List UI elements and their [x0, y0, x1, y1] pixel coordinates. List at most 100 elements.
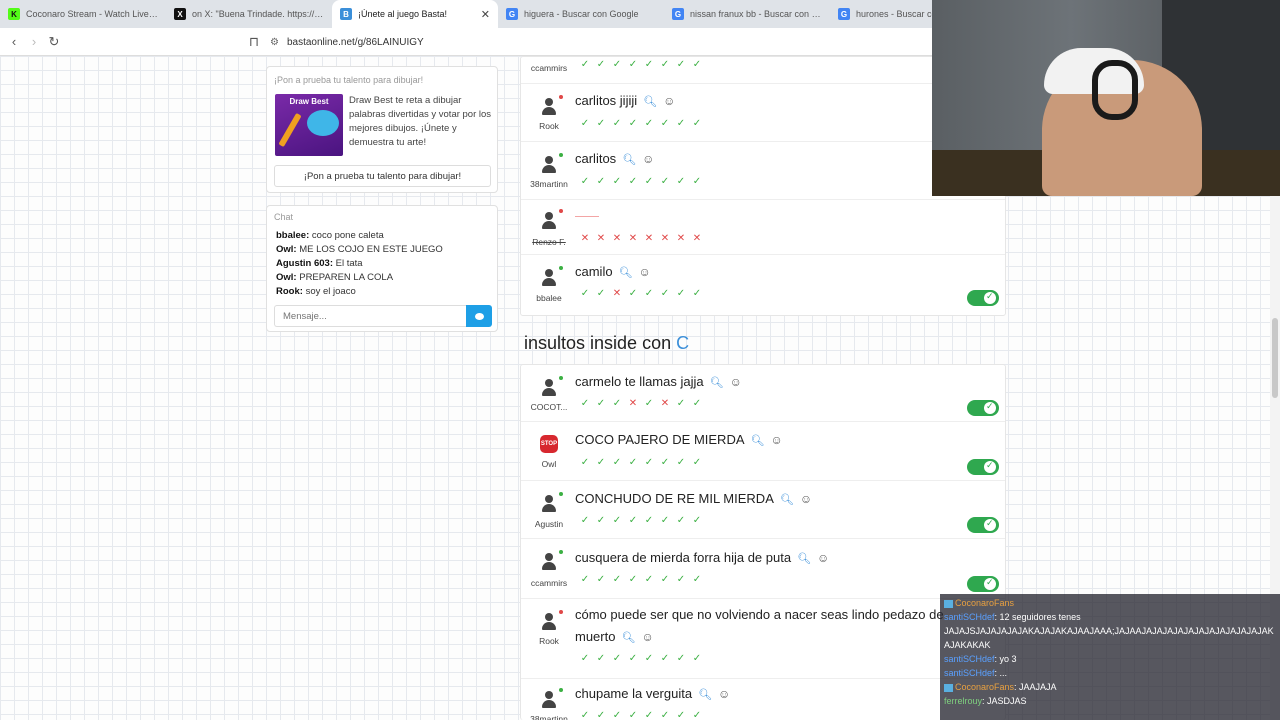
answer-row: Rook cómo puede ser que no volviendo a n… — [521, 599, 1005, 679]
user-icon — [539, 610, 563, 631]
emoji-icon[interactable]: ☺ — [817, 551, 829, 565]
back-icon[interactable]: ‹ — [4, 34, 24, 49]
votes: ✓ ✓ ✓ ✓ ✓ ✓ ✓ ✓ — [580, 176, 702, 187]
answer-row: STOP Owl COCO PAJERO DE MIERDA 🔍︎ ☺ ✓ ✓ ✓ ✓ ✓ ✓… — [521, 422, 1005, 481]
search-icon[interactable]: 🔍︎ — [698, 689, 712, 701]
votes: ✓ ✓ ✓ ✓ ✓ ✓ ✓ ✓ — [580, 457, 702, 468]
emoji-icon[interactable]: ☺ — [639, 265, 651, 279]
promo-button[interactable]: ¡Pon a prueba tu talento para dibujar! — [274, 165, 491, 187]
stream-chat-line: ferrelrouy: JASDJAS — [944, 696, 1027, 706]
user-icon — [539, 550, 563, 571]
search-icon[interactable]: 🔍︎ — [622, 154, 636, 166]
votes: ✕ ✕ ✕ ✕ ✕ ✕ ✕ ✕ — [580, 233, 702, 244]
headset-icon — [1092, 60, 1138, 120]
category-letter: C — [676, 333, 690, 353]
approve-toggle[interactable]: ✓ — [967, 290, 999, 306]
chat-message: Agustin 603: El tata — [276, 258, 363, 269]
bookmark-icon[interactable]: ⊓ — [244, 34, 264, 50]
x-icon: X — [174, 8, 186, 20]
promo-description: Draw Best te reta a dibujar palabras div… — [349, 95, 492, 148]
chat-message: Owl: ME LOS COJO EN ESTE JUEGO — [276, 244, 443, 255]
votes: ✓ ✓ ✓ ✓ ✓ ✓ ✓ ✓ — [580, 710, 702, 720]
stream-chat-line: santiSCHdef: ... — [944, 668, 1008, 678]
stop-sign-icon: STOP — [539, 434, 559, 454]
approve-toggle[interactable]: ✓ — [967, 517, 999, 533]
search-icon[interactable]: 🔍︎ — [751, 435, 765, 447]
votes: ✓ ✓ ✓ ✓ ✓ ✓ ✓ ✓ — [580, 653, 702, 664]
site-info-icon[interactable]: ⚙ — [270, 37, 279, 48]
chat-message: bbalee: coco pone caleta — [276, 230, 384, 241]
user-icon — [539, 688, 563, 709]
user-icon — [539, 153, 563, 174]
user-icon — [539, 266, 563, 287]
chat-card: Chat bbalee: coco pone caleta Owl: ME LO… — [266, 205, 498, 332]
stream-chat-line: CoconaroFans — [944, 596, 1276, 610]
url-field[interactable]: ⚙ bastaonline.net/g/86LAINUIGY — [270, 32, 940, 52]
promo-card: ¡Pon a prueba tu talento para dibujar! D… — [266, 66, 498, 193]
emoji-icon[interactable]: ☺ — [770, 433, 782, 447]
chat-messages: bbalee: coco pone caleta Owl: ME LOS COJ… — [276, 229, 443, 299]
webcam-overlay — [932, 0, 1280, 196]
emoji-icon[interactable]: ☺ — [718, 687, 730, 701]
stream-chat-line: JAJAJSJAJAJAJAJAKAJAJAKAJAAJAAA;JAJAAJAJ… — [944, 626, 1274, 650]
answer-row: ccammirs cusquera de mierda forra hija d… — [521, 539, 1005, 599]
stream-chat-line: CoconaroFans: JAAJAJA — [944, 680, 1276, 694]
search-icon[interactable]: 🔍︎ — [619, 267, 633, 279]
search-icon[interactable]: 🔍︎ — [780, 494, 794, 506]
brush-icon — [278, 112, 302, 148]
user-icon — [539, 95, 563, 116]
google-icon: G — [506, 8, 518, 20]
close-tab-icon[interactable]: ✕ — [481, 8, 490, 21]
answer-row: 38martinn chupame la verguita 🔍︎ ☺ ✓ ✓ ✓ ✓ ✓ ✓ ✓… — [530, 686, 731, 720]
search-icon[interactable]: 🔍︎ — [797, 553, 811, 565]
draw-best-thumbnail[interactable]: Draw Best — [275, 94, 343, 156]
emoji-icon[interactable]: ☺ — [730, 375, 742, 389]
scrollbar-thumb[interactable] — [1272, 318, 1278, 398]
search-icon[interactable]: 🔍︎ — [710, 377, 724, 389]
votes: ✓ ✓ ✓ ✓ ✓ ✓ ✓ ✓ — [580, 59, 702, 70]
tab-kick[interactable]: K Coconaro Stream - Watch Live on Ki — [0, 0, 166, 28]
votes: ✓ ✓ ✕ ✓ ✓ ✓ ✓ ✓ — [580, 288, 702, 299]
chat-message: Owl: PREPAREN LA COLA — [276, 272, 394, 283]
approve-toggle[interactable]: ✓ — [967, 459, 999, 475]
emoji-icon[interactable]: ☺ — [663, 94, 675, 108]
speech-bubble-icon — [474, 312, 484, 320]
tab-x[interactable]: Xon X: "Buena Trindade. https://t.co/k — [166, 0, 332, 28]
answer-row: Renzo F. ✕ ✕ ✕ ✕ ✕ ✕ ✕ ✕ — [521, 200, 1005, 255]
emoji-icon[interactable]: ☺ — [641, 630, 653, 644]
emoji-icon[interactable]: ☺ — [642, 152, 654, 166]
user-add-icon — [539, 376, 563, 397]
user-icon — [539, 492, 563, 513]
approve-toggle[interactable]: ✓ — [967, 400, 999, 416]
cloud-icon — [307, 110, 339, 136]
empty-answer — [575, 216, 599, 217]
votes: ✓ ✓ ✓ ✓ ✓ ✓ ✓ ✓ — [580, 118, 702, 129]
search-icon[interactable]: 🔍︎ — [621, 632, 635, 644]
globe-icon: B — [340, 8, 352, 20]
chat-header: Chat — [274, 212, 294, 222]
tab-google-higuera[interactable]: Ghiguera - Buscar con Google — [498, 0, 664, 28]
tab-basta[interactable]: B ¡Únete al juego Basta! ✕ — [332, 0, 498, 28]
answer-row: Agustin CONCHUDO DE RE MIL MIERDA 🔍︎ ☺ ✓ ✓ ✓… — [521, 481, 1005, 539]
chat-send-button[interactable] — [466, 305, 492, 327]
chat-message: Rook: soy el joaco — [276, 286, 356, 297]
stream-chat-overlay: CoconaroFans santiSCHdef: 12 seguidores … — [940, 594, 1280, 720]
answer-row: COCOT... carmelo te llamas jajja 🔍︎ ☺ ✓ ✓ ✓ ✕… — [521, 365, 1005, 422]
forward-icon[interactable]: › — [24, 34, 44, 49]
google-icon: G — [672, 8, 684, 20]
promo-header: ¡Pon a prueba tu talento para dibujar! — [274, 75, 424, 85]
chat-input[interactable] — [274, 305, 466, 327]
reload-icon[interactable]: ↻ — [44, 34, 64, 50]
stream-chat-line: santiSCHdef: 12 seguidores tenes — [944, 612, 1081, 622]
stream-chat-line: santiSCHdef: yo 3 — [944, 654, 1017, 664]
votes: ✓ ✓ ✓ ✕ ✓ ✕ ✓ ✓ — [580, 398, 702, 409]
answers-list: COCOT... carmelo te llamas jajja 🔍︎ ☺ ✓ ✓ ✓ ✕… — [520, 364, 1006, 720]
kick-icon: K — [8, 8, 20, 20]
votes: ✓ ✓ ✓ ✓ ✓ ✓ ✓ ✓ — [580, 515, 702, 526]
tab-google-nissan[interactable]: Gnissan franux bb - Buscar con Google — [664, 0, 830, 28]
user-icon — [539, 209, 563, 230]
votes: ✓ ✓ ✓ ✓ ✓ ✓ ✓ ✓ — [580, 574, 702, 585]
emoji-icon[interactable]: ☺ — [800, 492, 812, 506]
search-icon[interactable]: 🔍︎ — [643, 96, 657, 108]
approve-toggle[interactable]: ✓ — [967, 576, 999, 592]
